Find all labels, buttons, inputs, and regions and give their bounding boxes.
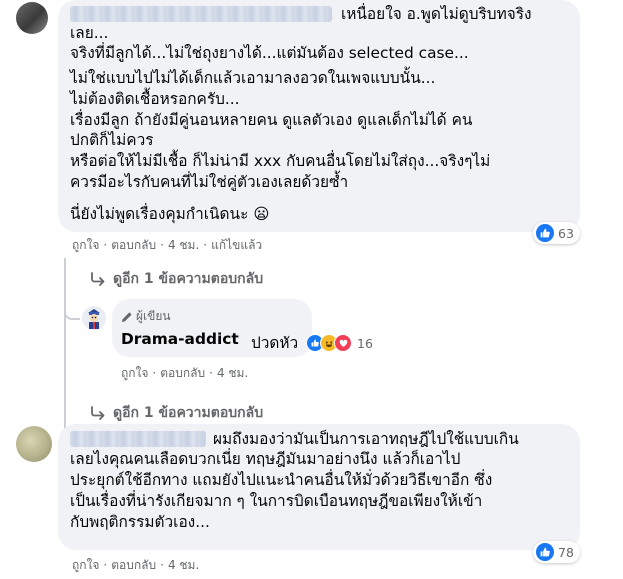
comment-text-line: ไม่ต้องติดเชื้อหรอกครับ... [70,90,240,108]
reaction-count: 78 [558,544,574,560]
love-icon [334,334,352,352]
comment-text-line: ผมถึงมองว่ามันเป็นการเอาทฤษฎีไปใช้แบบเกิ… [213,430,519,448]
reaction-summary[interactable]: 78 [533,541,580,563]
reply-link[interactable]: ตอบกลับ [111,558,156,572]
comment-text-line: เหนื่อยใจ อ.พูดไม่ดูบริบทจริง [341,5,532,23]
edited-label[interactable]: แก้ไขแล้ว [211,238,262,252]
comment-text-line: ควรมีอะไรกับคนที่ไม่ใช่คู่ตัวเองเลยด้วยซ… [70,173,349,191]
reply-arrow-icon [91,272,105,286]
reply-actions: ถูกใจ · ตอบกลับ · 4 ชม. [121,366,249,380]
comment-actions: ถูกใจ · ตอบกลับ · 4 ชม. [72,558,200,572]
like-link[interactable]: ถูกใจ [72,558,99,572]
timestamp[interactable]: 4 ชม. [168,238,199,252]
like-link[interactable]: ถูกใจ [72,238,99,252]
avatar[interactable] [16,426,52,462]
timestamp[interactable]: 4 ชม. [217,366,248,380]
reply-author-name[interactable]: Drama-addict [121,330,239,348]
view-replies-label: ดูอีก 1 ข้อความตอบกลับ [113,271,264,287]
view-more-replies[interactable]: ดูอีก 1 ข้อความตอบกลับ [90,402,263,424]
reply-link[interactable]: ตอบกลับ [160,366,205,380]
thread-connector [64,296,80,320]
comment-text-line: เลย... [70,24,109,42]
comment-thread: เหนื่อยใจ อ.พูดไม่ดูบริบทจริง เลย... จริ… [0,0,623,579]
comment-text-line: นี่ยังไม่พูดเรื่องคุมกำเนิดนะ 😦 [70,205,270,223]
view-replies-label: ดูอีก 1 ข้อความตอบกลับ [113,405,264,421]
like-icon [536,224,554,242]
reply-text: ปวดหัว [251,334,299,352]
view-more-replies[interactable]: ดูอีก 1 ข้อความตอบกลับ [90,268,263,290]
reaction-summary[interactable]: 16 [303,332,379,354]
comment-text-line: ประยุกต์ใช้อีกทาง แถมยังไปแนะนำคนอื่นให้… [70,471,493,489]
avatar[interactable] [16,2,48,34]
reaction-count: 16 [357,335,373,351]
comment-text-line: ปกติก็ไม่ควร [70,131,154,149]
comment-text-line: จริงที่มีลูกได้...ไม่ใช่ถุงยางได้...แต่ม… [70,44,469,62]
comment-text-line: กับพฤติกรรมตัวเอง... [70,513,210,531]
reply-link[interactable]: ตอบกลับ [111,238,156,252]
comment-actions: ถูกใจ · ตอบกลับ · 4 ชม. · แก้ไขแล้ว [72,238,263,252]
reaction-count: 63 [558,225,574,241]
comment-text-line: ไม่ใช่แบบไปไม่ได้เด็กแล้วเอามาลงอวดในเพจ… [70,69,436,87]
reply-arrow-icon [91,406,105,420]
comment-text-line: เลยไงคุณคนเลือดบวกเนี่ย ทฤษฎีมันมาอย่างน… [70,450,461,468]
author-badge-label: ผู้เขียน [136,309,171,323]
pencil-icon [122,311,132,322]
commenter-name-redacted[interactable] [70,6,332,22]
like-icon [536,543,554,561]
comment-text-line: หรือต่อให้ไม่มีเชื้อ ก็ไม่น่ามี xxx กับค… [70,152,491,170]
timestamp[interactable]: 4 ชม. [168,558,199,572]
commenter-name-redacted[interactable] [70,431,206,447]
comment-text-line: เรื่องมีลูก ถ้ายังมีคู่นอนหลายคน ดูแลตัว… [70,111,473,129]
author-badge: ผู้เขียน [121,307,171,326]
comment-text-line: เป็นเรื่องที่น่ารังเกียจมาก ๆ ในการบิดเบ… [70,492,483,510]
reaction-summary[interactable]: 63 [533,222,580,244]
avatar[interactable] [82,306,106,330]
like-link[interactable]: ถูกใจ [121,366,148,380]
